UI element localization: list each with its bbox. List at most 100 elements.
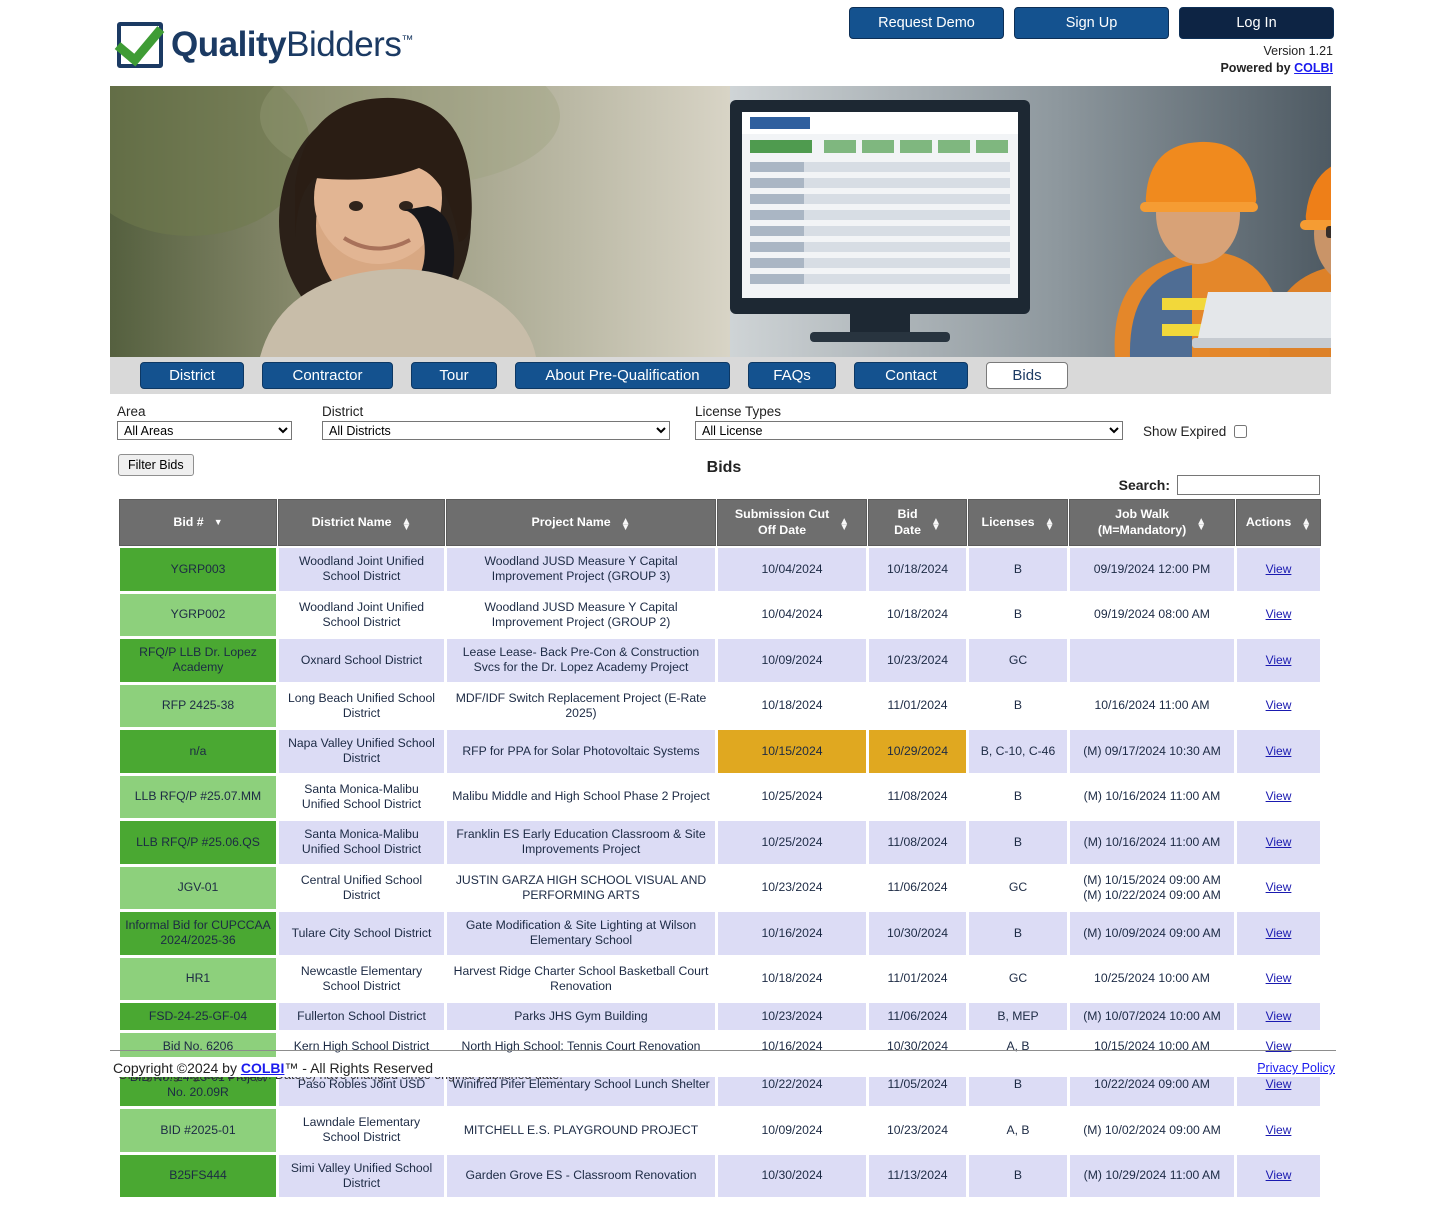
cell-bid-number: JGV-01 [119, 865, 277, 910]
license-types-label: License Types [695, 404, 782, 419]
column-header-project-name[interactable]: Project Name ▲ ▼ [446, 499, 716, 546]
version-info: Version 1.21 Powered by COLBI [1220, 43, 1333, 77]
footer-colbi-link[interactable]: COLBI [241, 1060, 285, 1076]
search-label: Search: [1118, 477, 1170, 493]
view-link[interactable]: View [1266, 1123, 1292, 1137]
bids-table-body: YGRP003 Woodland Joint Unified School Dis… [119, 547, 1321, 1198]
cell-licenses: B [968, 1153, 1068, 1198]
search-group: Search: [1119, 475, 1320, 495]
cell-project-name: Garden Grove ES - Classroom Renovation [446, 1153, 716, 1198]
cell-job-walk: (M) 10/02/2024 09:00 AM [1069, 1108, 1235, 1153]
cell-bid-date: 11/13/2024 [868, 1153, 967, 1198]
column-header-district-name[interactable]: District Name ▲ ▼ [278, 499, 445, 546]
cell-district-name: Santa Monica-Malibu Unified School Distr… [278, 820, 445, 865]
cell-actions: View [1236, 1153, 1321, 1198]
cell-actions: View [1236, 1002, 1321, 1032]
view-link[interactable]: View [1266, 1077, 1292, 1091]
sort-both-icon: ▲ ▼ [1301, 515, 1312, 533]
cell-project-name: Woodland JUSD Measure Y Capital Improvem… [446, 592, 716, 637]
cell-bid-date: 10/23/2024 [868, 1108, 967, 1153]
column-header-actions[interactable]: Actions ▲ ▼ [1236, 499, 1321, 546]
cell-submission-cut-off-date: 10/09/2024 [717, 1108, 867, 1153]
area-filter-group: Area All Areas [117, 404, 292, 440]
nav-item-district[interactable]: District [140, 362, 244, 389]
view-link[interactable]: View [1266, 835, 1292, 849]
district-select[interactable]: All Districts [322, 421, 670, 440]
column-header-licenses[interactable]: Licenses ▲ ▼ [968, 499, 1068, 546]
sort-both-icon: ▲ ▼ [620, 515, 631, 533]
column-header-bid-date[interactable]: Bid Date ▲ ▼ [868, 499, 967, 546]
nav-item-bids[interactable]: Bids [986, 362, 1068, 389]
column-header-job-walk[interactable]: Job Walk (M=Mandatory) ▲ ▼ [1069, 499, 1235, 546]
table-row: FSD-24-25-GF-04 Fullerton School District… [119, 1002, 1321, 1032]
column-label-actions: Actions [1245, 514, 1292, 529]
show-expired-group: Show Expired [1143, 424, 1248, 440]
license-types-select[interactable]: All License [695, 421, 1123, 440]
table-row: n/a Napa Valley Unified School District RF… [119, 729, 1321, 774]
bid-date-line2: Date [894, 522, 921, 537]
view-link[interactable]: View [1266, 1168, 1292, 1182]
cell-submission-cut-off-date: 10/09/2024 [717, 638, 867, 683]
view-link[interactable]: View [1266, 607, 1292, 621]
cell-bid-date: 11/08/2024 [868, 774, 967, 819]
logo-word-quality: Quality [171, 25, 287, 64]
view-link[interactable]: View [1266, 926, 1292, 940]
cell-district-name: Woodland Joint Unified School District [278, 592, 445, 637]
log-in-button[interactable]: Log In [1179, 7, 1334, 39]
footer-divider [110, 1050, 1336, 1051]
nav-item-about-pre-qualification[interactable]: About Pre-Qualification [515, 362, 730, 389]
cell-district-name: Santa Monica-Malibu Unified School Distr… [278, 774, 445, 819]
logo-word-bidders: Bidders [286, 25, 402, 64]
sign-up-button[interactable]: Sign Up [1014, 7, 1169, 39]
request-demo-button[interactable]: Request Demo [849, 7, 1004, 39]
column-header-bid-number[interactable]: Bid # ▼ [119, 499, 277, 546]
nav-item-tour[interactable]: Tour [411, 362, 497, 389]
submission-line2: Off Date [757, 522, 807, 537]
view-link[interactable]: View [1266, 653, 1292, 667]
nav-item-contractor[interactable]: Contractor [262, 362, 393, 389]
checkmark-logo-icon [117, 22, 163, 68]
cell-bid-number: B25FS444 [119, 1153, 277, 1198]
cell-job-walk: 10/25/2024 10:00 AM [1069, 956, 1235, 1001]
cell-bid-date: 10/23/2024 [868, 638, 967, 683]
cell-licenses: B [968, 683, 1068, 728]
view-link[interactable]: View [1266, 744, 1292, 758]
cell-bid-number: LLB RFQ/P #25.06.QS [119, 820, 277, 865]
sort-both-icon: ▲ ▼ [839, 515, 850, 533]
cell-actions: View [1236, 547, 1321, 592]
cell-bid-date: 10/29/2024 [868, 729, 967, 774]
area-select[interactable]: All Areas [117, 421, 292, 440]
cell-district-name: Tulare City School District [278, 911, 445, 956]
view-link[interactable]: View [1266, 562, 1292, 576]
search-input[interactable] [1177, 475, 1320, 495]
cell-district-name: Newcastle Elementary School District [278, 956, 445, 1001]
cell-actions: View [1236, 638, 1321, 683]
view-link[interactable]: View [1266, 698, 1292, 712]
cell-bid-number: HR1 [119, 956, 277, 1001]
logo-wordmark: QualityBidders™ [171, 25, 413, 65]
view-link[interactable]: View [1266, 1009, 1292, 1023]
cell-submission-cut-off-date: 10/25/2024 [717, 774, 867, 819]
view-link[interactable]: View [1266, 1039, 1292, 1053]
table-row: LLB RFQ/P #25.07.MM Santa Monica-Malibu U… [119, 774, 1321, 819]
colbi-link[interactable]: COLBI [1294, 61, 1333, 75]
privacy-policy-group: Privacy Policy [1257, 1059, 1335, 1077]
view-link[interactable]: View [1266, 880, 1292, 894]
district-label: District [322, 404, 364, 419]
show-expired-checkbox[interactable] [1234, 425, 1248, 438]
site-logo[interactable]: QualityBidders™ [117, 22, 413, 68]
view-link[interactable]: View [1266, 971, 1292, 985]
column-header-submission-cut-off-date[interactable]: Submission Cut Off Date ▲ ▼ [717, 499, 867, 546]
cell-actions: View [1236, 683, 1321, 728]
nav-item-faqs[interactable]: FAQs [748, 362, 836, 389]
view-link[interactable]: View [1266, 789, 1292, 803]
privacy-policy-link[interactable]: Privacy Policy [1257, 1061, 1335, 1075]
table-row: JGV-01 Central Unified School District JUS… [119, 865, 1321, 910]
cell-bid-number: YGRP002 [119, 592, 277, 637]
table-row: HR1 Newcastle Elementary School District H… [119, 956, 1321, 1001]
column-label-job-walk: Job Walk (M=Mandatory) [1098, 507, 1186, 538]
cell-bid-date: 11/01/2024 [868, 956, 967, 1001]
cell-job-walk: 09/19/2024 12:00 PM [1069, 547, 1235, 592]
cell-bid-date: 10/30/2024 [868, 911, 967, 956]
nav-item-contact[interactable]: Contact [854, 362, 968, 389]
